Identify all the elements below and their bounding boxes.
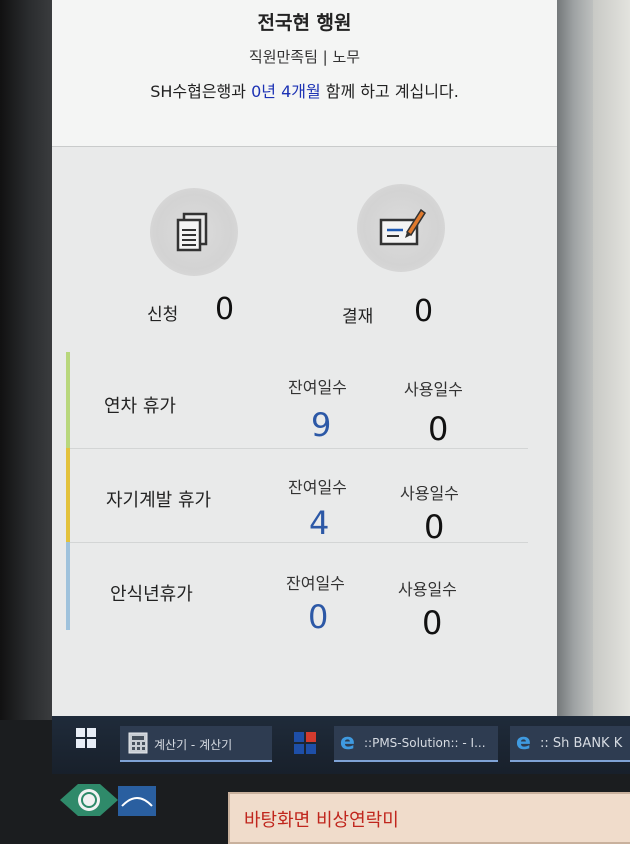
remaining-days-label: 잔여일수 bbox=[288, 478, 347, 497]
approve-label: 결재 bbox=[342, 307, 374, 327]
remaining-days-value: 4 bbox=[309, 504, 330, 542]
taskbar-sh-label: :: Sh BANK K bbox=[540, 736, 623, 751]
apply-label: 신청 bbox=[147, 305, 179, 325]
leave-accent-bar bbox=[66, 542, 70, 630]
used-days-value: 0 bbox=[428, 410, 449, 448]
sticky-note: 바탕화면 비상연락미 bbox=[228, 792, 630, 844]
approve-count[interactable]: 0 bbox=[414, 294, 433, 329]
tco-certification-logo bbox=[60, 784, 118, 816]
windows-taskbar: 계산기 - 계산기 e ::PMS-Solution:: - I... e ::… bbox=[52, 716, 630, 774]
energy-logo bbox=[118, 786, 156, 816]
calculator-icon bbox=[128, 732, 148, 754]
profile-card: 전국현 행원 직원만족팀 | 노무 SH수협은행과 0년 4개월 함께 하고 계… bbox=[52, 0, 557, 147]
remaining-days-value: 0 bbox=[308, 598, 329, 636]
leave-row-sabbatical[interactable]: 안식년휴가 잔여일수 사용일수 0 0 bbox=[66, 542, 528, 642]
leave-name: 연차 휴가 bbox=[104, 396, 176, 417]
leave-row-annual[interactable]: 연차 휴가 잔여일수 사용일수 9 0 bbox=[66, 352, 528, 449]
remaining-days-label: 잔여일수 bbox=[288, 378, 347, 397]
used-days-label: 사용일수 bbox=[398, 580, 457, 599]
taskbar-pms-browser[interactable]: e ::PMS-Solution:: - I... bbox=[334, 726, 498, 762]
leave-panel: 전국현 행원 직원만족팀 | 노무 SH수협은행과 0년 4개월 함께 하고 계… bbox=[52, 0, 557, 716]
monitor-bezel-right bbox=[555, 0, 630, 720]
taskbar-app-icon[interactable] bbox=[288, 726, 324, 760]
leave-name: 안식년휴가 bbox=[110, 584, 193, 605]
approval-check-icon[interactable] bbox=[357, 184, 445, 272]
leave-row-self-development[interactable]: 자기계발 휴가 잔여일수 사용일수 4 0 bbox=[66, 448, 528, 546]
taskbar-calculator[interactable]: 계산기 - 계산기 bbox=[120, 726, 272, 762]
windows-start-icon[interactable] bbox=[76, 728, 96, 752]
used-days-value: 0 bbox=[422, 604, 443, 642]
employee-department: 직원만족팀 | 노무 bbox=[248, 48, 361, 66]
app-tile-icon bbox=[294, 732, 316, 754]
apply-count[interactable]: 0 bbox=[215, 292, 234, 327]
leave-accent-bar bbox=[66, 448, 70, 542]
leave-accent-bar bbox=[66, 352, 70, 448]
used-days-label: 사용일수 bbox=[400, 484, 459, 503]
tenure-text: SH수협은행과 0년 4개월 함께 하고 계십니다. bbox=[150, 82, 459, 101]
used-days-label: 사용일수 bbox=[404, 380, 463, 399]
monitor-bezel-left bbox=[0, 0, 52, 720]
sticky-note-text: 바탕화면 비상연락미 bbox=[244, 810, 399, 831]
taskbar-calculator-label: 계산기 - 계산기 bbox=[154, 738, 233, 752]
taskbar-pms-label: ::PMS-Solution:: - I... bbox=[364, 736, 486, 750]
tenure-duration: 0년 4개월 bbox=[251, 82, 321, 101]
internet-explorer-icon: e bbox=[340, 730, 355, 755]
used-days-value: 0 bbox=[424, 508, 445, 546]
leave-name: 자기계발 휴가 bbox=[106, 490, 212, 511]
remaining-days-value: 9 bbox=[311, 406, 332, 444]
internet-explorer-icon: e bbox=[516, 730, 531, 755]
document-icon[interactable] bbox=[150, 188, 238, 276]
employee-name: 전국현 행원 bbox=[257, 12, 352, 34]
taskbar-sh-bank-browser[interactable]: e :: Sh BANK K bbox=[510, 726, 630, 762]
remaining-days-label: 잔여일수 bbox=[286, 574, 345, 593]
